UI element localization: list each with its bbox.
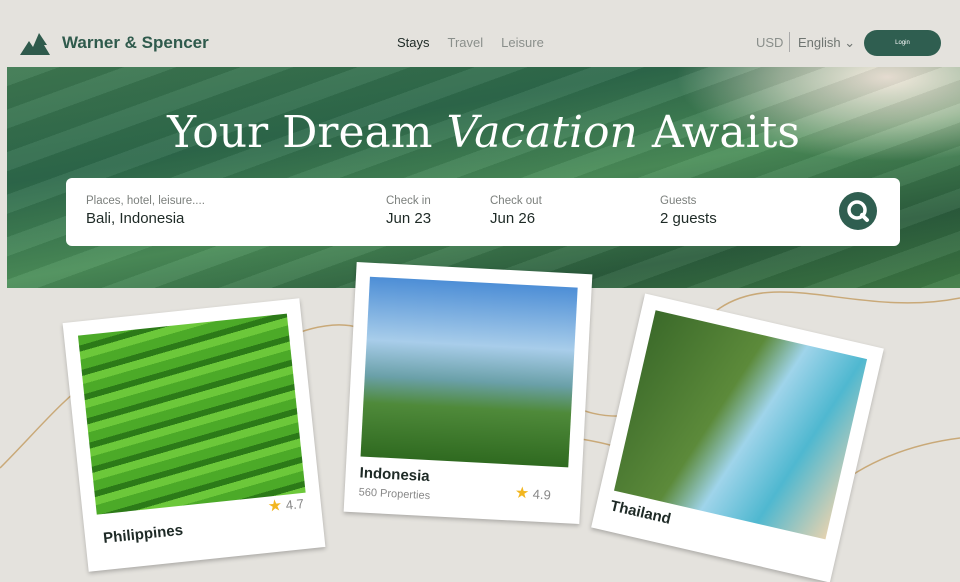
destination-image: [614, 310, 868, 540]
search-icon: [847, 200, 869, 222]
destination-image: [77, 313, 306, 515]
login-button[interactable]: Login: [864, 30, 941, 56]
field-label: Places, hotel, leisure....: [86, 195, 205, 207]
language-label: English: [798, 35, 841, 50]
field-label: Check in: [386, 195, 431, 207]
destination-image: [360, 276, 578, 468]
top-nav: Warner & Spencer Stays Travel Leisure US…: [0, 0, 960, 67]
nav-travel[interactable]: Travel: [448, 35, 484, 50]
field-value: Jun 26: [490, 210, 536, 227]
destination-card-indonesia[interactable]: Indonesia 560 Properties ★ 4.9: [343, 261, 593, 525]
rating: ★ 4.7: [267, 493, 305, 517]
currency-select[interactable]: USD: [756, 35, 783, 50]
rating-value: 4.7: [285, 495, 305, 513]
place-field[interactable]: Places, hotel, leisure.... Bali, Indonesi…: [86, 195, 205, 227]
field-value: Bali, Indonesia: [86, 210, 185, 227]
field-value: 2 guests: [660, 210, 717, 227]
checkout-field[interactable]: Check out Jun 26: [490, 195, 542, 227]
chevron-down-icon: ⌄: [844, 35, 856, 50]
destination-name: Philippines: [102, 521, 184, 547]
destination-card-philippines[interactable]: Philippines ★ 4.7: [62, 298, 326, 572]
divider: [789, 32, 790, 52]
search-bar: Places, hotel, leisure.... Bali, Indonesi…: [66, 178, 900, 246]
property-count: 560 Properties: [358, 486, 431, 503]
language-select[interactable]: English ⌄: [798, 35, 855, 51]
star-icon: ★: [267, 497, 284, 516]
title-part: Your Dream: [167, 107, 433, 158]
field-value: Jun 23: [386, 210, 432, 227]
field-label: Check out: [490, 195, 542, 207]
rating: ★ 4.9: [514, 483, 551, 505]
guests-field[interactable]: Guests 2 guests: [660, 195, 717, 227]
title-part: Awaits: [651, 107, 800, 158]
field-label: Guests: [660, 195, 697, 207]
nav-leisure[interactable]: Leisure: [501, 35, 544, 50]
mountain-logo-icon: [20, 33, 50, 55]
star-icon: ★: [514, 484, 530, 503]
title-script: Vacation: [446, 107, 638, 158]
checkin-field[interactable]: Check in Jun 23: [386, 195, 431, 227]
hero-title: Your Dream Vacation Awaits: [7, 107, 960, 158]
destination-name: Indonesia: [359, 464, 431, 486]
brand-name[interactable]: Warner & Spencer: [62, 33, 209, 53]
search-button[interactable]: [839, 192, 877, 230]
rating-value: 4.9: [532, 486, 552, 503]
nav-stays[interactable]: Stays: [397, 35, 430, 50]
